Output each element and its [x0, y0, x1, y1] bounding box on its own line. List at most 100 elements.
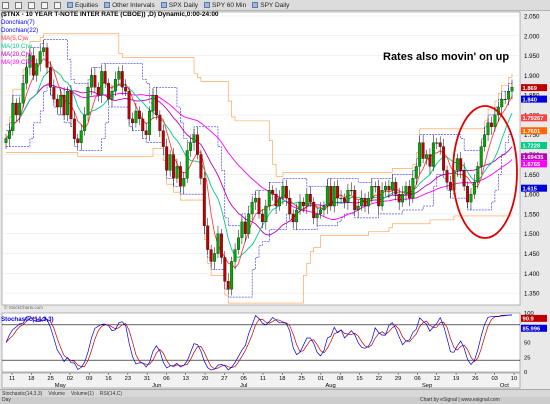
- candle: [18, 102, 22, 116]
- candle: [110, 91, 114, 100]
- price-label-text: 1.6765: [523, 162, 542, 168]
- candle: [103, 71, 107, 84]
- y-tick-label: 1.400: [524, 271, 540, 278]
- candle: [264, 205, 268, 223]
- candle: [291, 213, 295, 223]
- candle: [428, 154, 432, 167]
- candle: [154, 94, 158, 116]
- tab-volume-1[interactable]: Volume(1): [71, 391, 94, 397]
- y-tick-label: 1.450: [524, 251, 540, 258]
- tab-stochastic[interactable]: Stochastic(14,3,3): [2, 391, 42, 397]
- candle: [325, 186, 329, 207]
- x-tick-label: 25: [298, 376, 304, 382]
- tab-rsi[interactable]: RSI(14,C): [100, 391, 122, 397]
- candle: [510, 87, 514, 92]
- x-tick-label: 12: [434, 376, 440, 382]
- candle: [281, 186, 285, 199]
- candle: [62, 94, 66, 116]
- legend-donchian-7: Donchian(7): [1, 19, 35, 26]
- candle: [274, 193, 278, 207]
- x-tick-label: 27: [221, 376, 227, 382]
- stoch-value-text: 85.996: [523, 326, 542, 332]
- candle: [449, 182, 452, 191]
- candle: [243, 221, 247, 234]
- candle: [7, 130, 11, 139]
- candle: [312, 201, 316, 219]
- y-tick-label: 1.350: [524, 291, 540, 298]
- candle: [425, 154, 428, 159]
- candle: [66, 91, 69, 116]
- tab-volume[interactable]: Volume: [48, 391, 65, 397]
- candle: [161, 130, 165, 147]
- indicator-tab-bar: Stochastic(14,3,3) Volume Volume(1) RSI(…: [0, 389, 550, 397]
- candle: [52, 87, 56, 100]
- x-tick-label: 25: [47, 376, 53, 382]
- candle: [90, 75, 93, 88]
- candle: [144, 130, 148, 135]
- x-tick-label: 22: [376, 376, 382, 382]
- price-label-text: 1.869: [523, 86, 538, 92]
- candle: [107, 83, 111, 100]
- candle: [459, 158, 463, 171]
- candle: [397, 193, 401, 203]
- candle: [117, 71, 121, 80]
- legend-donchian-22: Donchian(22): [1, 27, 39, 34]
- candle: [288, 197, 292, 215]
- candle: [48, 67, 52, 88]
- candle: [213, 253, 217, 262]
- indicator-legend: Donchian(7) Donchian(22) MA(5,C)w MA(10,…: [1, 19, 38, 67]
- candle: [380, 190, 384, 207]
- x-tick-label: 18: [279, 376, 285, 382]
- x-tick-label: 29: [395, 376, 401, 382]
- candle: [435, 142, 439, 144]
- price-label-text: 1.69435: [523, 155, 545, 161]
- x-tick-label: 26: [472, 376, 478, 382]
- candle: [414, 166, 418, 179]
- footer-credit: Chart by eSignal | www.esignal.com: [420, 397, 500, 403]
- x-tick-label: 08: [337, 376, 343, 382]
- candle: [131, 118, 134, 124]
- y-tick-label: 1.650: [524, 172, 540, 179]
- candle: [148, 110, 152, 135]
- candle: [486, 122, 490, 135]
- candle: [298, 201, 302, 211]
- x-tick-label: 06: [414, 376, 420, 382]
- x-tick-label: 02: [67, 376, 73, 382]
- candle: [237, 237, 240, 250]
- candle: [295, 209, 299, 223]
- footer-interval: Day: [2, 397, 11, 403]
- candle: [168, 154, 172, 171]
- y-tick-label: 1.500: [524, 231, 540, 238]
- candle: [363, 197, 367, 207]
- candle: [370, 186, 374, 199]
- candle: [4, 138, 8, 143]
- candle: [69, 91, 73, 120]
- candle: [349, 190, 353, 192]
- candle: [21, 83, 25, 104]
- candle: [240, 221, 244, 238]
- candle: [476, 166, 480, 183]
- candle: [346, 190, 350, 203]
- x-tick-label: 09: [86, 376, 92, 382]
- candle: [322, 205, 326, 211]
- candle: [55, 98, 59, 108]
- x-tick-label: 16: [105, 376, 111, 382]
- candle: [202, 178, 206, 226]
- candle: [390, 182, 394, 191]
- x-tick-label: 15: [356, 376, 362, 382]
- candle: [141, 118, 145, 131]
- candle: [319, 209, 322, 215]
- candle: [83, 114, 87, 131]
- x-tick-label: 11: [260, 376, 266, 382]
- candle: [394, 182, 398, 195]
- candle: [503, 98, 507, 101]
- candle: [438, 142, 442, 147]
- chart-title: ($TNX - 10 YEAR T-NOTE INTER RATE (CBOE)…: [1, 11, 219, 18]
- candle: [59, 94, 63, 108]
- candle: [233, 249, 237, 262]
- y-tick-label: 2.000: [524, 33, 540, 40]
- price-label-text: 1.79267: [523, 116, 544, 122]
- candle: [192, 134, 196, 143]
- legend-ma5: MA(5,C)w: [1, 35, 29, 42]
- candle: [267, 190, 271, 207]
